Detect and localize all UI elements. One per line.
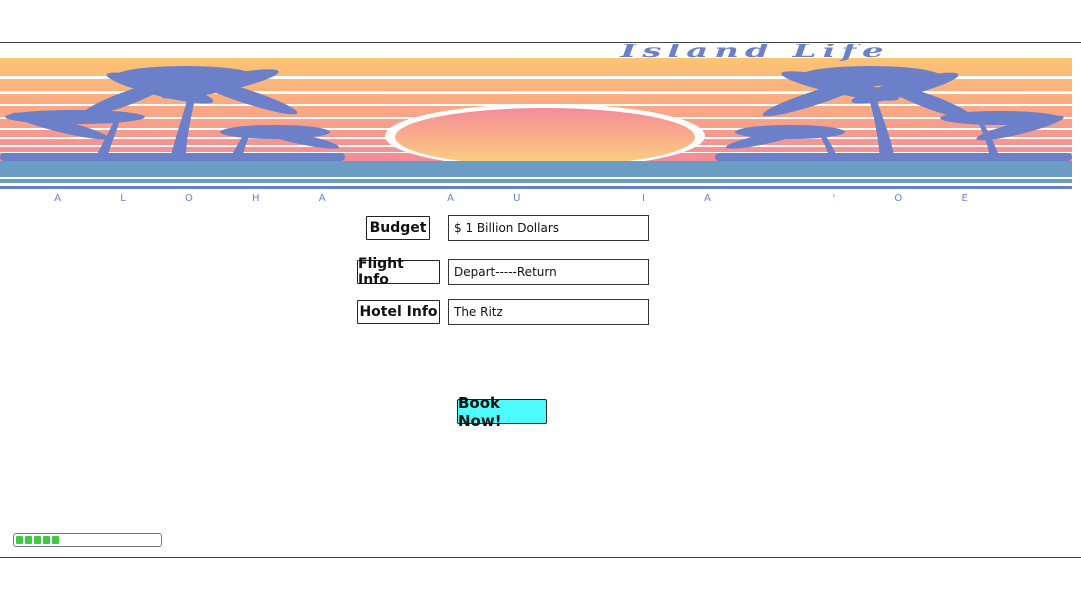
banner-subtitle: A L O H A A U I A ' O E (54, 193, 996, 204)
progress-segment (43, 536, 50, 544)
top-divider (0, 42, 1081, 43)
island-life-banner: Island Life A L O H A A U I A ' O E (0, 44, 1072, 204)
budget-label: Budget (369, 220, 427, 236)
budget-input[interactable] (448, 215, 649, 241)
hotel-info-input[interactable] (448, 299, 649, 325)
hotel-info-button[interactable]: Hotel Info (357, 300, 440, 324)
banner-title: Island Life (619, 44, 890, 62)
progress-bar (13, 533, 162, 547)
progress-segment (52, 536, 59, 544)
flight-info-label: Flight Info (358, 256, 404, 288)
progress-segment (25, 536, 32, 544)
sun (395, 108, 695, 166)
book-now-button[interactable]: Book Now! (457, 394, 547, 430)
progress-fill (16, 536, 59, 544)
hotel-info-label: Hotel Info (359, 304, 438, 320)
flight-info-input[interactable] (448, 259, 649, 285)
bottom-divider (0, 557, 1081, 558)
book-now-label: Book Now! (458, 393, 502, 430)
budget-button[interactable]: Budget (366, 216, 430, 240)
sea (0, 161, 1072, 177)
progress-segment (16, 536, 23, 544)
progress-segment (34, 536, 41, 544)
flight-info-button[interactable]: Flight Info (357, 256, 440, 288)
